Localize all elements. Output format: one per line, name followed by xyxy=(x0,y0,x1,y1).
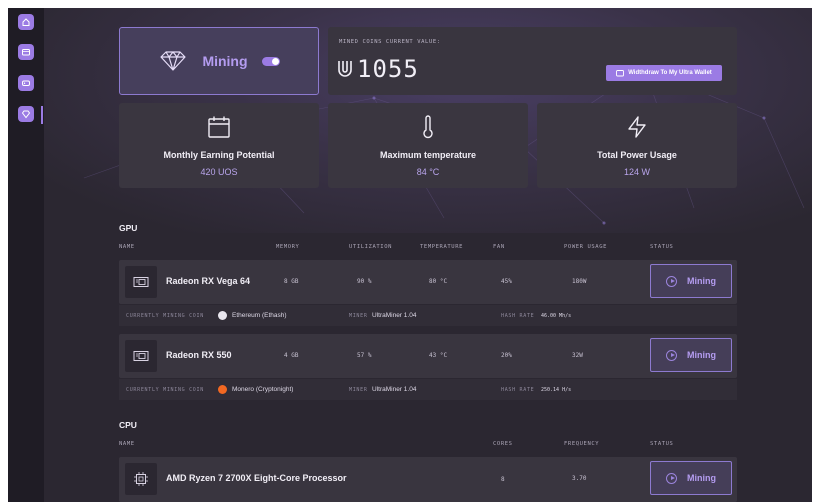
stat-title: Maximum temperature xyxy=(379,150,477,160)
gpu-mining-details: CURRENTLY MINING COIN Ethereum (Ethash) … xyxy=(119,304,737,326)
coin-label: CURRENTLY MINING COIN xyxy=(126,387,204,393)
gpu-status-button[interactable]: Mining xyxy=(650,338,732,372)
gpu-col-name: NAME xyxy=(119,244,135,250)
gpu-col-temperature: TEMPERATURE xyxy=(420,244,464,250)
cpu-cores: 8 xyxy=(501,476,505,483)
mined-value-display: 1055 xyxy=(337,55,419,83)
ultra-coin-icon xyxy=(338,61,352,77)
mined-value-amount: 1055 xyxy=(357,55,419,83)
cpu-col-name: NAME xyxy=(119,441,135,447)
cpu-col-frequency: FREQUENCY xyxy=(564,441,600,447)
gpu-fan: 20% xyxy=(501,352,512,359)
coin-label: CURRENTLY MINING COIN xyxy=(126,313,204,319)
cpu-col-status: STATUS xyxy=(650,441,674,447)
monero-icon xyxy=(218,385,227,394)
mined-value-caption: MINED COINS CURRENT VALUE: xyxy=(339,39,441,45)
status-label: Mining xyxy=(687,473,716,483)
gpu-col-utilization: UTILIZATION xyxy=(349,244,393,250)
stat-title: Total Power Usage xyxy=(597,150,677,160)
gpu-fan: 45% xyxy=(501,278,512,285)
cpu-name: AMD Ryzen 7 2700X Eight-Core Processor xyxy=(166,473,347,483)
calendar-icon xyxy=(208,116,230,138)
coin-value: Ethereum (Ethash) xyxy=(232,312,287,319)
mining-toggle-label: Mining xyxy=(202,53,248,69)
gpu-name: Radeon RX Vega 64 xyxy=(166,276,251,286)
home-icon xyxy=(22,18,30,26)
gpu-col-fan: FAN xyxy=(493,244,505,250)
diamond-icon xyxy=(160,51,187,71)
play-icon xyxy=(666,472,677,484)
sidebar-mining-button[interactable] xyxy=(18,106,34,122)
gpu-status-button[interactable]: Mining xyxy=(650,264,732,298)
play-icon xyxy=(666,275,677,287)
stat-card-power: Total Power Usage 124 W xyxy=(537,103,737,188)
gpu-col-status: STATUS xyxy=(650,244,674,250)
gpu-power: 180W xyxy=(572,278,587,285)
gpu-col-memory: MEMORY xyxy=(276,244,300,250)
sidebar-active-indicator xyxy=(41,106,43,124)
gpu-utilization: 90 % xyxy=(357,278,372,285)
stat-value: 124 W xyxy=(623,167,650,177)
sidebar-games-button[interactable] xyxy=(18,75,34,91)
table-row: AMD Ryzen 7 2700X Eight-Core Processor 8… xyxy=(119,457,737,502)
cpu-frequency: 3.70 xyxy=(572,475,587,482)
stat-title: Monthly Earning Potential xyxy=(163,150,275,160)
gpu-utilization: 57 % xyxy=(357,352,372,359)
gpu-col-power: POWER USAGE xyxy=(564,244,608,250)
hash-label: HASH RATE xyxy=(501,313,535,319)
withdraw-label: Widthdraw To My Ultra Wallet xyxy=(628,70,712,76)
gpu-power: 32W xyxy=(572,352,583,359)
gpu-temperature: 80 °C xyxy=(429,278,448,285)
cpu-icon xyxy=(125,463,157,495)
gpu-memory: 4 GB xyxy=(284,352,299,359)
sidebar-home-button[interactable] xyxy=(18,14,34,30)
hash-value: 250.14 H/s xyxy=(541,387,572,393)
miner-value: UltraMiner 1.04 xyxy=(372,386,417,393)
gpu-name: Radeon RX 550 xyxy=(166,350,232,360)
miner-label: MINER xyxy=(349,387,368,393)
diamond-icon xyxy=(21,110,31,119)
gamepad-icon xyxy=(22,80,30,86)
ethereum-icon xyxy=(218,311,227,320)
gpu-section-title: GPU xyxy=(119,223,138,233)
sidebar xyxy=(8,8,44,502)
sidebar-wallet-button[interactable] xyxy=(18,44,34,60)
status-label: Mining xyxy=(687,350,716,360)
cpu-col-cores: CORES xyxy=(493,441,513,447)
table-row: Radeon RX 550 4 GB 57 % 43 °C 20% 32W Mi… xyxy=(119,334,737,378)
gpu-temperature: 43 °C xyxy=(429,352,448,359)
app-window: Mining MINED COINS CURRENT VALUE: 1055 W… xyxy=(8,8,812,502)
lightning-icon xyxy=(628,116,646,138)
mining-toggle-switch[interactable] xyxy=(261,56,280,66)
mining-toggle-card[interactable]: Mining xyxy=(119,27,319,95)
cpu-section-title: CPU xyxy=(119,420,137,430)
miner-value: UltraMiner 1.04 xyxy=(372,312,417,319)
stat-value: 84 °C xyxy=(416,167,440,177)
play-icon xyxy=(666,349,677,361)
coin-value: Monero (Cryptonight) xyxy=(232,386,294,393)
gpu-memory: 8 GB xyxy=(284,278,299,285)
miner-label: MINER xyxy=(349,313,368,319)
withdraw-button[interactable]: Widthdraw To My Ultra Wallet xyxy=(606,65,722,81)
wallet-icon xyxy=(22,49,30,56)
gpu-mining-details: CURRENTLY MINING COIN Monero (Cryptonigh… xyxy=(119,378,737,400)
hash-label: HASH RATE xyxy=(501,387,535,393)
mined-value-card: MINED COINS CURRENT VALUE: 1055 Widthdra… xyxy=(328,27,737,95)
gpu-icon xyxy=(125,340,157,372)
stat-value: 420 UOS xyxy=(200,167,238,177)
table-row: Radeon RX Vega 64 8 GB 90 % 80 °C 45% 18… xyxy=(119,260,737,304)
gpu-icon xyxy=(125,266,157,298)
status-label: Mining xyxy=(687,276,716,286)
stat-card-earning: Monthly Earning Potential 420 UOS xyxy=(119,103,319,188)
hash-value: 46.00 Mh/s xyxy=(541,313,572,319)
wallet-icon xyxy=(616,70,625,77)
cpu-status-button[interactable]: Mining xyxy=(650,461,732,495)
stat-card-temperature: Maximum temperature 84 °C xyxy=(328,103,528,188)
thermometer-icon xyxy=(423,115,433,139)
